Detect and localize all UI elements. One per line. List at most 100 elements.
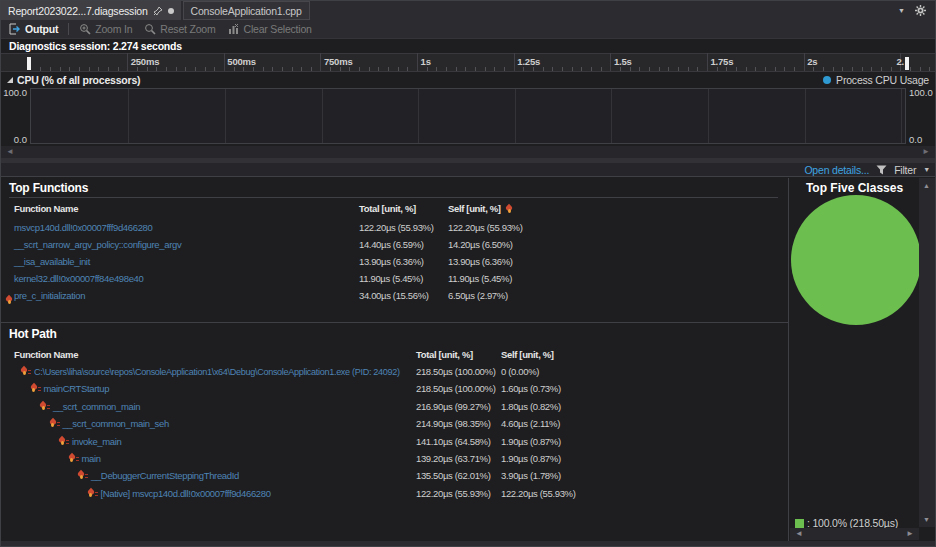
flame-icon <box>505 204 514 215</box>
tab-consoleapplication1[interactable]: ConsoleApplication1.cpp <box>183 1 310 20</box>
tab-report-label: Report2023022...7.diagsession <box>8 5 148 17</box>
ruler-tick <box>726 67 727 71</box>
active-files-dropdown-icon[interactable]: ▼ <box>898 7 905 14</box>
tab-report-diagsession[interactable]: Report2023022...7.diagsession <box>1 1 181 20</box>
ruler-tick <box>205 67 206 71</box>
function-name-link[interactable]: __scrt_common_main_seh <box>63 415 169 432</box>
open-details-link[interactable]: Open details... <box>804 164 869 176</box>
ruler-tick <box>50 67 51 71</box>
col-self[interactable]: Self [unit, %] <box>501 349 554 360</box>
function-name-link[interactable]: mainCRTStartup <box>44 380 110 397</box>
function-name-link[interactable]: __isa_available_init <box>14 253 90 270</box>
ruler-tick <box>340 67 341 71</box>
scroll-right-icon[interactable]: ► <box>906 529 914 538</box>
ruler-tick <box>543 67 544 71</box>
ruler-tick <box>494 67 495 71</box>
scroll-left-icon[interactable]: ◄ <box>795 529 803 538</box>
clear-selection-button[interactable]: Clear Selection <box>222 20 318 38</box>
filter-dropdown-icon[interactable]: ▼ <box>923 166 930 173</box>
ruler-tick <box>378 67 379 71</box>
function-name-link[interactable]: main <box>82 450 101 467</box>
details-toolbar: Open details... Filter ▼ <box>1 163 935 177</box>
function-name-link[interactable]: msvcp140d.dll!0x00007fff9d466280 <box>14 219 152 236</box>
col-total[interactable]: Total [unit, %] <box>359 203 416 214</box>
self-value: 0 (0.00%) <box>501 363 539 380</box>
ruler-tick <box>195 67 196 71</box>
gridline <box>128 89 129 143</box>
reset-zoom-button[interactable]: Reset Zoom <box>138 20 221 38</box>
ruler-tick <box>214 67 215 71</box>
ruler-tick <box>891 67 892 71</box>
top-functions-row: kernel32.dll!0x00007ff84e498e4011.90µs (… <box>1 270 788 287</box>
ruler-tick <box>407 67 408 71</box>
ruler-tick <box>79 67 80 71</box>
flame-icon <box>39 401 48 412</box>
function-name-link[interactable]: C:\Users\liha\source\repos\ConsoleApplic… <box>34 363 400 380</box>
scroll-down-icon[interactable]: ▼ <box>923 516 930 523</box>
gridline <box>515 89 516 143</box>
function-name-link[interactable]: pre_c_initialization <box>14 287 85 304</box>
col-function-name[interactable]: Function Name <box>14 203 78 214</box>
ruler-tick <box>813 67 814 71</box>
ruler-tick-label: 1.75s <box>711 56 734 67</box>
top-functions-row: __isa_available_init13.90µs (6.36%)13.90… <box>1 253 788 270</box>
scroll-right-icon[interactable]: ► <box>922 147 930 156</box>
function-name-link[interactable]: invoke_main <box>72 433 122 450</box>
ruler-tick <box>523 67 524 71</box>
ruler-tick <box>842 67 843 71</box>
self-value: 6.50µs (2.97%) <box>448 287 508 304</box>
self-value: 1.60µs (0.73%) <box>501 380 561 397</box>
session-end-marker[interactable] <box>905 57 909 70</box>
filter-label[interactable]: Filter <box>894 164 916 176</box>
zoom-in-button[interactable]: Zoom In <box>73 20 138 38</box>
ruler-tick-label: 1.5s <box>614 56 632 67</box>
hot-path-row: [Native] msvcp140d.dll!0x00007fff9d46628… <box>1 485 788 502</box>
gridline <box>418 89 419 143</box>
function-name-link[interactable]: __scrt_common_main <box>53 398 140 415</box>
ruler-tick <box>920 67 921 71</box>
gridline <box>225 89 226 143</box>
function-name-link[interactable]: [Native] msvcp140d.dll!0x00007fff9d46628… <box>101 485 271 502</box>
ruler-tick <box>253 67 254 71</box>
filter-icon[interactable] <box>876 165 887 175</box>
flame-icon <box>5 295 14 306</box>
top-five-classes-panel: Top Five Classes : 100.0% (218.50µs) ◄ ► <box>790 178 919 541</box>
function-name-link[interactable]: __scrt_narrow_argv_policy::configure_arg… <box>14 236 181 253</box>
scroll-up-icon[interactable]: ▲ <box>923 182 930 189</box>
ruler-tick-label: 1s <box>421 56 431 67</box>
vertical-scrollbar[interactable]: ▲ ▼ <box>919 178 935 527</box>
total-value: 218.50µs (100.00%) <box>416 363 495 380</box>
ruler-tick <box>514 53 515 71</box>
col-total[interactable]: Total [unit, %] <box>416 349 473 360</box>
ruler-tick <box>581 67 582 71</box>
ruler-tick <box>910 67 911 71</box>
timeline-ruler[interactable]: 250ms500ms750ms1s1.25s1.5s1.75s2s2. <box>1 53 935 72</box>
top-functions-row: msvcp140d.dll!0x00007fff9d466280122.20µs… <box>1 219 788 236</box>
pin-icon[interactable] <box>153 6 163 16</box>
ruler-tick <box>552 67 553 71</box>
scroll-left-icon[interactable]: ◄ <box>6 147 14 156</box>
function-name-link[interactable]: kernel32.dll!0x00007ff84e498e40 <box>14 270 143 287</box>
top-five-classes-pie-chart[interactable] <box>791 195 921 325</box>
ruler-tick <box>137 67 138 71</box>
ruler-tick <box>678 67 679 71</box>
timeline-horizontal-scrollbar[interactable]: ◄ ► <box>1 146 935 158</box>
hot-path-title: Hot Path <box>9 327 57 341</box>
ruler-tick <box>456 67 457 71</box>
ruler-tick <box>417 53 418 71</box>
function-name-link[interactable]: __DebuggerCurrentSteppingThreadId <box>91 467 239 484</box>
gear-icon[interactable] <box>915 5 926 16</box>
ruler-tick <box>610 53 611 71</box>
ruler-tick <box>717 67 718 71</box>
ruler-tick <box>630 67 631 71</box>
unsaved-dot-icon[interactable] <box>168 8 174 14</box>
ruler-tick <box>89 67 90 71</box>
col-self[interactable]: Self [unit, %] <box>448 203 501 214</box>
output-button[interactable]: Output <box>3 20 64 38</box>
col-function-name[interactable]: Function Name <box>14 349 78 360</box>
session-start-marker[interactable] <box>27 57 31 70</box>
collapse-arrow-icon[interactable] <box>6 76 14 84</box>
cpu-usage-chart[interactable] <box>30 88 906 144</box>
classes-horizontal-scrollbar[interactable]: ◄ ► <box>790 528 919 540</box>
gridline <box>708 89 709 143</box>
